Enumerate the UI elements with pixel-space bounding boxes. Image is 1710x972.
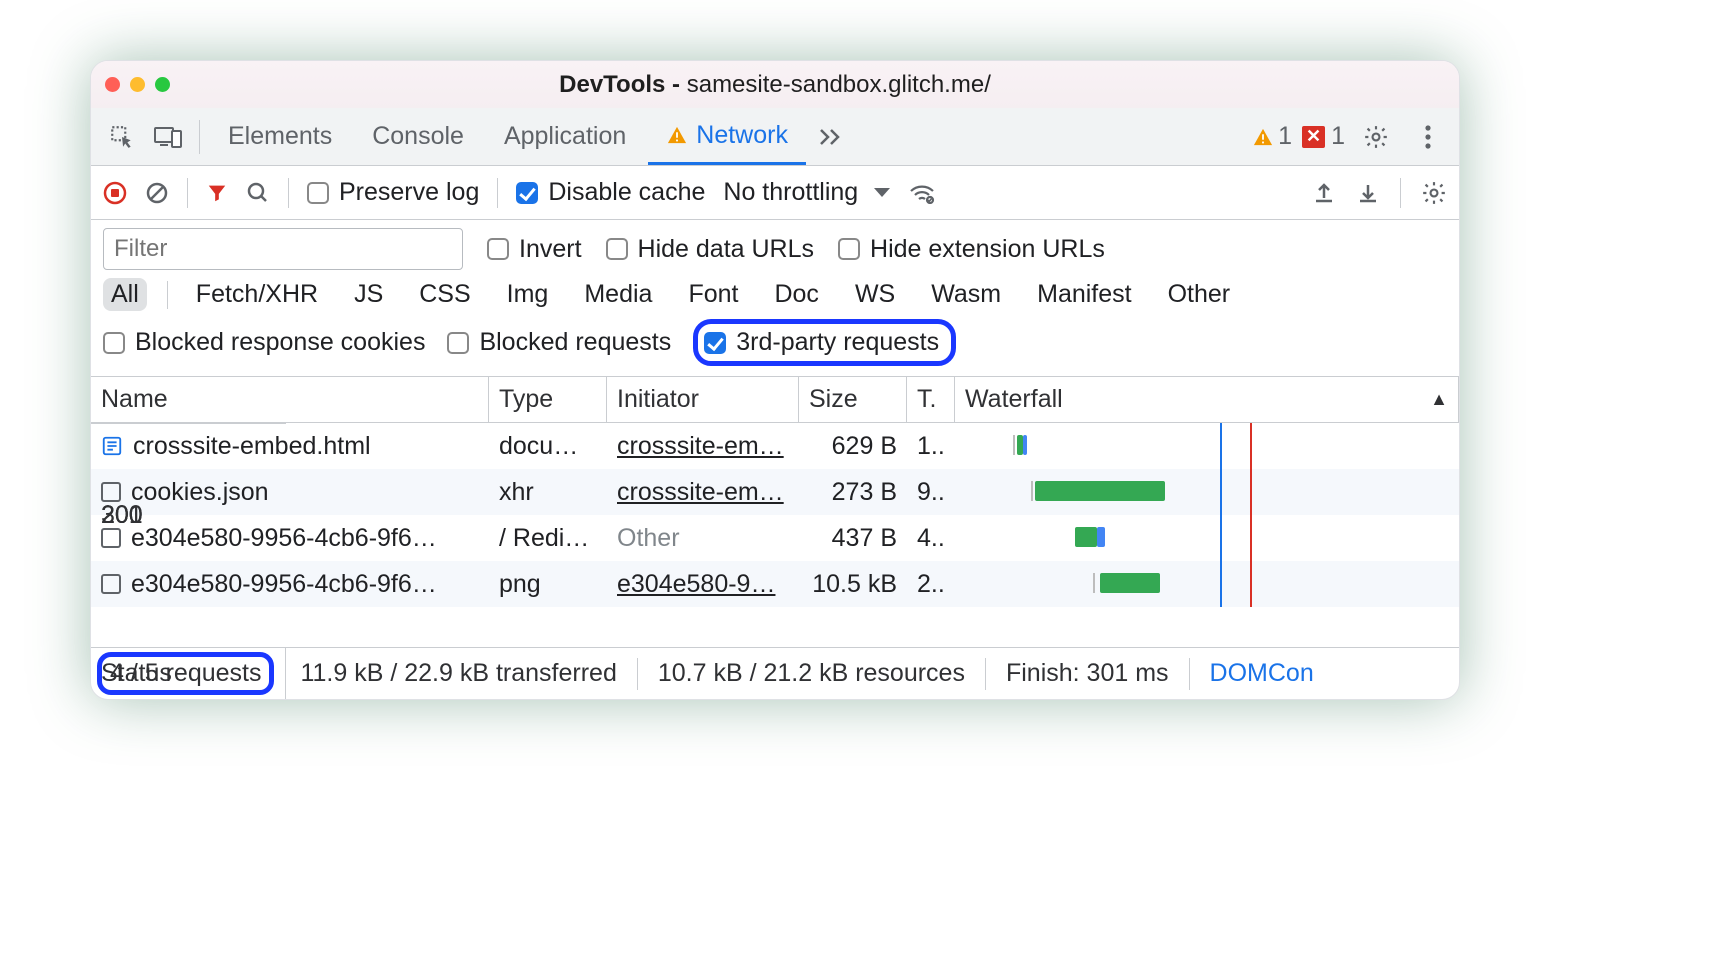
filter-type-manifest[interactable]: Manifest: [1029, 278, 1139, 311]
settings-icon[interactable]: [1355, 116, 1397, 158]
window-controls: [105, 77, 170, 92]
third-party-requests-checkbox[interactable]: 3rd-party requests: [704, 328, 939, 357]
filter-type-media[interactable]: Media: [576, 278, 660, 311]
filter-type-wasm[interactable]: Wasm: [923, 278, 1009, 311]
export-har-icon[interactable]: [1312, 181, 1336, 205]
issues-error-badge[interactable]: ✕ 1: [1302, 122, 1345, 151]
issues-warning-badge[interactable]: 1: [1252, 122, 1292, 151]
initiator-link[interactable]: crosssite-em…: [617, 432, 784, 461]
status-bar: 4 / 5 requests 11.9 kB / 22.9 kB transfe…: [91, 647, 1459, 699]
col-initiator[interactable]: Initiator: [607, 377, 799, 422]
chevron-down-icon: [874, 188, 890, 197]
col-type[interactable]: Type: [489, 377, 607, 422]
clear-button[interactable]: [145, 181, 169, 205]
filter-type-img[interactable]: Img: [499, 278, 557, 311]
filter-icon[interactable]: [206, 182, 228, 204]
resources-size: 10.7 kB / 21.2 kB resources: [638, 658, 986, 690]
invert-checkbox[interactable]: Invert: [487, 235, 582, 264]
request-type-filters: All Fetch/XHR JS CSS Img Media Font Doc …: [91, 274, 1459, 319]
filter-type-ws[interactable]: WS: [847, 278, 903, 311]
filter-type-css[interactable]: CSS: [411, 278, 478, 311]
filter-checks-row: Blocked response cookies Blocked request…: [91, 319, 1459, 377]
blocked-response-cookies-checkbox[interactable]: Blocked response cookies: [103, 328, 425, 357]
third-party-highlight: 3rd-party requests: [693, 319, 956, 366]
network-conditions-icon[interactable]: [908, 182, 936, 204]
col-name[interactable]: Name: [91, 377, 489, 422]
domcontentloaded-link[interactable]: DOMCon: [1190, 658, 1334, 690]
col-time[interactable]: T.: [907, 377, 955, 422]
zoom-window-button[interactable]: [155, 77, 170, 92]
filter-type-js[interactable]: JS: [346, 278, 391, 311]
title-prefix: DevTools -: [559, 71, 687, 98]
table-row[interactable]: e304e580-9956-4cb6-9f6… 200 png e304e580…: [91, 561, 1459, 607]
tab-console[interactable]: Console: [354, 108, 482, 165]
filter-type-font[interactable]: Font: [680, 278, 746, 311]
requests-count-highlight: 4 / 5 requests: [97, 652, 274, 695]
initiator-link[interactable]: e304e580-9…: [617, 570, 775, 599]
hide-extension-urls-checkbox[interactable]: Hide extension URLs: [838, 235, 1105, 264]
devtools-window: DevTools - samesite-sandbox.glitch.me/ E…: [90, 60, 1460, 700]
warning-icon: [1252, 127, 1274, 147]
throttling-select[interactable]: No throttling: [723, 178, 890, 207]
blocked-requests-checkbox[interactable]: Blocked requests: [447, 328, 671, 357]
sort-asc-icon: ▲: [1430, 389, 1448, 410]
finish-time: Finish: 301 ms: [986, 658, 1190, 690]
network-settings-icon[interactable]: [1421, 180, 1447, 206]
disable-cache-checkbox[interactable]: Disable cache: [516, 178, 705, 207]
filter-type-fetchxhr[interactable]: Fetch/XHR: [188, 278, 326, 311]
tab-application[interactable]: Application: [486, 108, 644, 165]
tabs-bar: Elements Console Application Network 1 ✕…: [91, 108, 1459, 166]
window-title: DevTools - samesite-sandbox.glitch.me/: [91, 71, 1459, 99]
requests-count: 4 / 5 requests: [110, 659, 261, 687]
warning-icon: [666, 125, 688, 145]
preserve-log-checkbox[interactable]: Preserve log: [307, 178, 479, 207]
initiator-link[interactable]: crosssite-em…: [617, 478, 784, 507]
col-size[interactable]: Size: [799, 377, 907, 422]
filter-type-doc[interactable]: Doc: [766, 278, 826, 311]
filter-type-other[interactable]: Other: [1160, 278, 1239, 311]
tab-network[interactable]: Network: [648, 108, 806, 165]
title-url: samesite-sandbox.glitch.me/: [687, 71, 991, 98]
table-row[interactable]: cookies.json 200 xhr crosssite-em… 273 B…: [91, 469, 1459, 515]
titlebar: DevTools - samesite-sandbox.glitch.me/: [91, 61, 1459, 108]
inspect-element-icon[interactable]: [101, 116, 143, 158]
network-toolbar: Preserve log Disable cache No throttling: [91, 166, 1459, 220]
error-icon: ✕: [1302, 126, 1325, 148]
search-icon[interactable]: [246, 181, 270, 205]
import-har-icon[interactable]: [1356, 181, 1380, 205]
record-button[interactable]: [103, 181, 127, 205]
requests-table-header: Name Status Type Initiator Size T. Water…: [91, 377, 1459, 423]
close-window-button[interactable]: [105, 77, 120, 92]
filter-bar: Invert Hide data URLs Hide extension URL…: [91, 220, 1459, 274]
filter-input[interactable]: [103, 228, 463, 270]
kebab-menu-icon[interactable]: [1407, 116, 1449, 158]
col-waterfall[interactable]: Waterfall▲: [955, 377, 1459, 422]
table-row[interactable]: e304e580-9956-4cb6-9f6… 301 / Redi… Othe…: [91, 515, 1459, 561]
minimize-window-button[interactable]: [130, 77, 145, 92]
hide-data-urls-checkbox[interactable]: Hide data URLs: [606, 235, 814, 264]
table-row[interactable]: crosssite-embed.html 200 docu… crosssite…: [91, 423, 1459, 469]
transferred-size: 11.9 kB / 22.9 kB transferred: [280, 658, 637, 690]
device-toolbar-icon[interactable]: [147, 116, 189, 158]
requests-table-body: crosssite-embed.html 200 docu… crosssite…: [91, 423, 1459, 607]
more-tabs-icon[interactable]: [810, 116, 852, 158]
filter-type-all[interactable]: All: [103, 278, 147, 311]
tab-elements[interactable]: Elements: [210, 108, 350, 165]
